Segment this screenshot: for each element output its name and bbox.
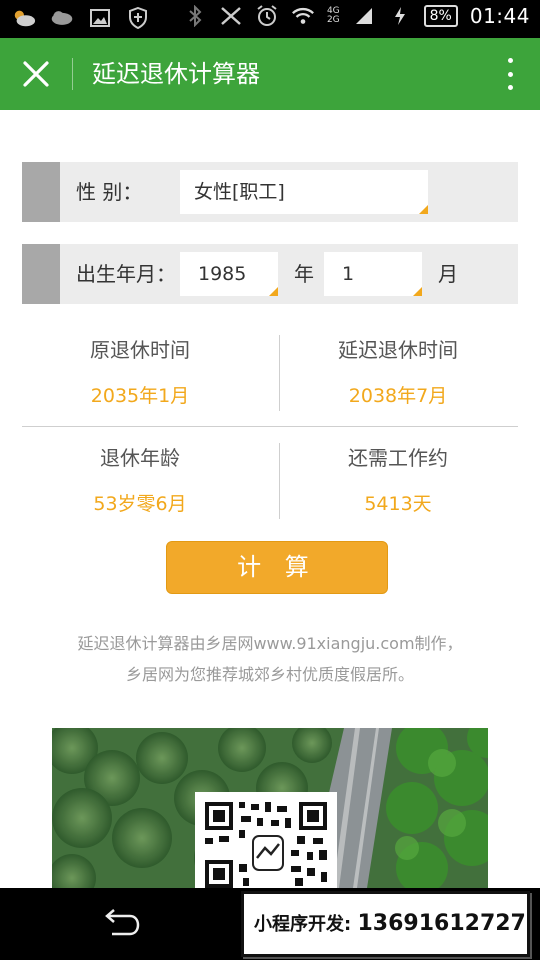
delayed-retirement-value: 2038年7月 xyxy=(348,385,448,407)
retirement-age-cell: 退休年龄 53岁零6月 xyxy=(15,444,265,518)
gender-select[interactable]: 女性[职工] xyxy=(180,170,428,214)
promo-text: 小程序开发: 13691612727 xyxy=(254,910,526,939)
dropdown-corner-icon xyxy=(269,287,278,296)
cloud-icon xyxy=(50,6,74,30)
credit-line-1: 延迟退休计算器由乡居网www.91xiangju.com制作， xyxy=(77,634,463,653)
delayed-retirement-cell: 延迟退休时间 2038年7月 xyxy=(273,336,523,410)
birth-row: 出生年月： 1985 年 1 月 xyxy=(22,244,518,304)
promo-label: 小程序开发: xyxy=(254,914,352,935)
qr-code xyxy=(195,792,337,888)
remaining-work-cell: 还需工作约 5413天 xyxy=(273,444,523,518)
birth-month-select[interactable]: 1 xyxy=(324,252,422,296)
row-stripe xyxy=(22,244,60,304)
credit-line-2: 乡居网为您推荐城郊乡村优质度假居所。 xyxy=(125,665,414,684)
app-bar-divider xyxy=(72,58,73,90)
results-horizontal-divider xyxy=(22,426,518,427)
birth-label: 出生年月： xyxy=(76,262,176,286)
year-unit: 年 xyxy=(294,262,314,286)
calculate-button[interactable]: 计 算 xyxy=(166,541,388,594)
back-button[interactable] xyxy=(100,908,142,940)
remaining-work-value: 5413天 xyxy=(364,493,432,515)
birth-year-value: 1985 xyxy=(198,263,247,285)
image-icon xyxy=(88,6,112,30)
birth-year-select[interactable]: 1985 xyxy=(180,252,278,296)
close-button[interactable] xyxy=(18,56,54,92)
close-icon xyxy=(23,61,49,87)
shield-icon xyxy=(126,6,150,30)
birth-month-value: 1 xyxy=(342,263,355,285)
delayed-retirement-label: 延迟退休时间 xyxy=(338,338,458,362)
app-bar: 延迟退休计算器 xyxy=(0,38,540,110)
original-retirement-cell: 原退休时间 2035年1月 xyxy=(15,336,265,410)
status-bar-left xyxy=(12,6,150,30)
original-retirement-label: 原退休时间 xyxy=(90,338,190,362)
gender-select-value: 女性[职工] xyxy=(194,181,285,203)
more-vert-icon-dot xyxy=(507,85,513,90)
charging-icon xyxy=(388,4,412,28)
vibrate-off-icon xyxy=(219,4,243,28)
more-vert-icon-dot xyxy=(507,71,513,77)
retirement-age-value: 53岁零6月 xyxy=(93,493,187,515)
wifi-icon xyxy=(291,4,315,28)
original-retirement-value: 2035年1月 xyxy=(90,385,190,407)
month-unit: 月 xyxy=(438,262,458,286)
dropdown-corner-icon xyxy=(413,287,422,296)
remaining-work-label: 还需工作约 xyxy=(348,446,448,470)
status-bar-right: 4G 2G 8% 01:44 xyxy=(183,4,530,28)
alarm-icon xyxy=(255,4,279,28)
battery-level: 8% xyxy=(423,5,458,27)
network-type: 4G 2G xyxy=(327,7,340,25)
row-stripe xyxy=(22,162,60,222)
dropdown-corner-icon xyxy=(419,205,428,214)
bluetooth-icon xyxy=(183,4,207,28)
gender-label: 性 别： xyxy=(76,180,143,204)
network-2g: 2G xyxy=(326,15,340,25)
page-title: 延迟退休计算器 xyxy=(92,60,260,88)
signal-icon xyxy=(352,4,376,28)
back-icon xyxy=(105,909,140,936)
status-bar: 4G 2G 8% 01:44 xyxy=(0,0,540,38)
promo-phone: 13691612727 xyxy=(357,911,526,936)
promo-contact-box: 小程序开发: 13691612727 xyxy=(241,891,530,957)
more-vert-icon-dot xyxy=(507,58,513,63)
more-options-button[interactable] xyxy=(504,58,516,90)
weather-icon xyxy=(12,6,36,30)
clock: 01:44 xyxy=(469,4,530,28)
gender-row: 性 别： 女性[职工] xyxy=(22,162,518,222)
retirement-age-label: 退休年龄 xyxy=(100,446,180,470)
